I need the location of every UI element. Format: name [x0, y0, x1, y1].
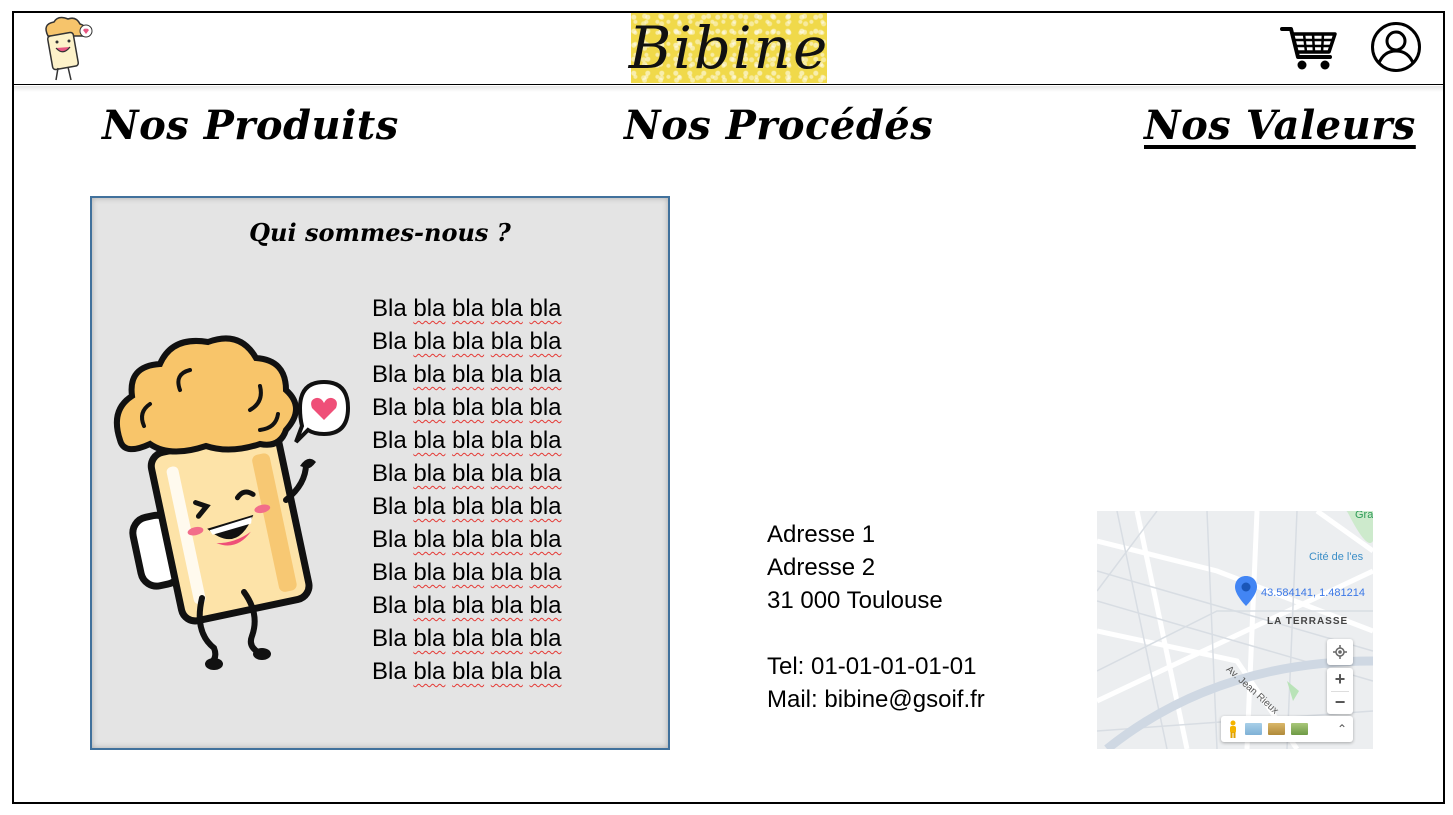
about-text-line: Bla bla bla bla bla [372, 526, 562, 553]
nav-link-produits[interactable]: Nos Produits [102, 102, 399, 149]
about-title: Qui sommes-nous ? [249, 218, 511, 247]
map-coordinates: 43.584141, 1.481214 [1261, 587, 1365, 599]
nav-link-procedes[interactable]: Nos Procédés [624, 102, 933, 149]
about-text-line: Bla bla bla bla bla [372, 427, 562, 454]
about-text-line: Bla bla bla bla bla [372, 295, 562, 322]
brand-logo[interactable]: Bibine [628, 13, 830, 83]
zoom-out-button[interactable]: − [1327, 692, 1353, 714]
address-line-2: Adresse 2 [767, 554, 876, 581]
page-frame: Bibine Nos Produits Nos Procédés Nos Val… [12, 11, 1445, 804]
logo-text: Bibine [628, 14, 830, 82]
contact-phone: Tel: 01-01-01-01-01 [767, 653, 977, 680]
address-city: 31 000 Toulouse [767, 587, 943, 614]
cart-icon[interactable] [1280, 23, 1338, 73]
about-panel: Qui sommes-nous ? Bla bla bla bla bla Bl… [90, 196, 670, 750]
zoom-in-button[interactable]: + [1327, 669, 1353, 691]
beer-mascot-icon[interactable] [36, 14, 94, 84]
map-zoom-controls: + − [1327, 668, 1353, 714]
about-text-line: Bla bla bla bla bla [372, 493, 562, 520]
about-text-line: Bla bla bla bla bla [372, 658, 562, 685]
header: Bibine [14, 13, 1443, 85]
user-account-icon[interactable] [1370, 21, 1422, 73]
map-locate-button[interactable] [1327, 639, 1353, 665]
map-label-terrasse: LA TERRASSE [1267, 616, 1349, 627]
map-label-cite: Cité de l'es [1309, 551, 1364, 563]
locate-icon [1333, 645, 1347, 659]
about-text-line: Bla bla bla bla bla [372, 592, 562, 619]
map-layer-thumb-2[interactable] [1268, 723, 1285, 735]
contact-email: Mail: bibine@gsoif.fr [767, 686, 985, 713]
location-map[interactable]: Gra Cité de l'es 43.584141, 1.481214 LA … [1097, 511, 1373, 749]
about-text-line: Bla bla bla bla bla [372, 394, 562, 421]
contact-info: Adresse 1 Adresse 2 31 000 Toulouse Tel:… [767, 518, 985, 716]
map-layer-thumb-3[interactable] [1291, 723, 1308, 735]
about-text-line: Bla bla bla bla bla [372, 460, 562, 487]
about-text-line: Bla bla bla bla bla [372, 625, 562, 652]
header-shadow [14, 86, 1443, 92]
contact-spacer [767, 617, 985, 650]
map-bottom-toolbar: ⌃ [1221, 716, 1353, 742]
map-layer-thumb-1[interactable] [1245, 723, 1262, 735]
map-label-gra: Gra [1355, 511, 1373, 521]
map-pin-icon[interactable] [1234, 575, 1258, 607]
about-text-line: Bla bla bla bla bla [372, 361, 562, 388]
about-text-line: Bla bla bla bla bla [372, 559, 562, 586]
about-text: Bla bla bla bla bla Bla bla bla bla bla … [372, 292, 562, 688]
about-text-line: Bla bla bla bla bla [372, 328, 562, 355]
beer-mascot-illustration [114, 335, 351, 670]
nav-link-valeurs[interactable]: Nos Valeurs [1144, 102, 1416, 149]
expand-chevron-icon[interactable]: ⌃ [1337, 722, 1347, 736]
street-view-pegman-icon[interactable] [1227, 720, 1239, 738]
address-line-1: Adresse 1 [767, 521, 876, 548]
